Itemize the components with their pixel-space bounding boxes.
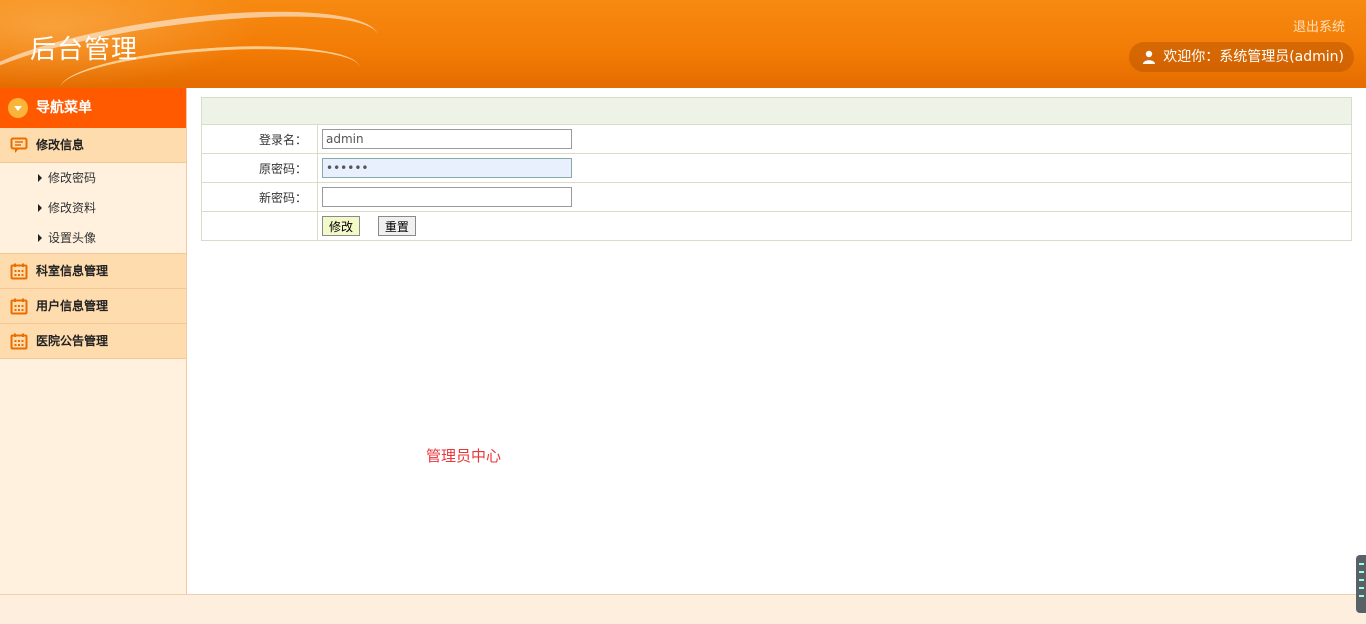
menu-group-edit-info[interactable]: 修改信息 — [0, 128, 186, 163]
username-label: 登录名： — [201, 124, 318, 154]
admin-center-label: 管理员中心 — [426, 447, 502, 465]
new-password-cell — [317, 182, 1352, 212]
menu-item-change-password[interactable]: 修改密码 — [0, 163, 186, 193]
welcome-badge: 欢迎你：系统管理员(admin) — [1129, 42, 1354, 72]
form-row-new-password: 新密码： — [201, 182, 1352, 212]
username-input[interactable] — [322, 129, 572, 149]
form-row-username: 登录名： — [201, 124, 1352, 154]
form-header-cell — [201, 97, 1352, 125]
menu-group-label: 科室信息管理 — [36, 264, 109, 278]
nav-menu-title: 导航菜单 — [36, 100, 92, 116]
change-password-form: 登录名： 原密码： 新密码： 修改 重置 — [201, 97, 1352, 241]
submit-button[interactable]: 修改 — [322, 216, 361, 236]
menu-group-users[interactable]: 用户信息管理 — [0, 289, 186, 324]
widget-dot — [1359, 571, 1364, 573]
form-row-old-password: 原密码： — [201, 153, 1352, 183]
old-password-cell — [317, 153, 1352, 183]
sidebar: 导航菜单 修改信息 修改密码 修改资料 设置头像 科室信息管理 用户信息管理 医… — [0, 88, 187, 594]
reset-button[interactable]: 重置 — [377, 216, 416, 236]
menu-group-label: 医院公告管理 — [36, 334, 109, 348]
new-password-label: 新密码： — [201, 182, 318, 212]
menu-group-announcements[interactable]: 医院公告管理 — [0, 324, 186, 359]
actions-label-cell — [201, 211, 318, 241]
user-icon — [1143, 50, 1156, 64]
logout-link[interactable]: 退出系统 — [1293, 16, 1345, 35]
side-widget-handle[interactable] — [1356, 555, 1366, 613]
old-password-label: 原密码： — [201, 153, 318, 183]
form-row-actions: 修改 重置 — [201, 211, 1352, 241]
new-password-input[interactable] — [322, 187, 572, 207]
main-content: 登录名： 原密码： 新密码： 修改 重置 管理员中心 — [188, 88, 1366, 594]
calendar-icon — [10, 298, 28, 315]
calendar-icon — [10, 263, 28, 280]
widget-dot — [1359, 587, 1364, 589]
footer-bar — [0, 594, 1366, 624]
form-header-row — [201, 97, 1352, 125]
nav-menu-header[interactable]: 导航菜单 — [0, 88, 186, 128]
menu-group-department[interactable]: 科室信息管理 — [0, 254, 186, 289]
submenu-edit-info: 修改密码 修改资料 设置头像 — [0, 163, 186, 254]
calendar-icon — [10, 333, 28, 350]
widget-dot — [1359, 579, 1364, 581]
widget-dot — [1359, 595, 1364, 597]
menu-group-label: 用户信息管理 — [36, 299, 109, 313]
username-cell — [317, 124, 1352, 154]
menu-item-edit-profile[interactable]: 修改资料 — [0, 193, 186, 223]
menu-group-label: 修改信息 — [36, 138, 85, 152]
old-password-input[interactable] — [322, 158, 572, 178]
top-header: 后台管理 退出系统 欢迎你：系统管理员(admin) — [0, 0, 1366, 88]
app-title: 后台管理 — [30, 35, 139, 65]
menu-item-set-avatar[interactable]: 设置头像 — [0, 223, 186, 253]
widget-dot — [1359, 563, 1364, 565]
actions-cell: 修改 重置 — [317, 211, 1352, 241]
chevron-down-icon — [8, 98, 28, 118]
message-icon — [10, 137, 28, 153]
welcome-text: 欢迎你：系统管理员(admin) — [1163, 49, 1344, 65]
